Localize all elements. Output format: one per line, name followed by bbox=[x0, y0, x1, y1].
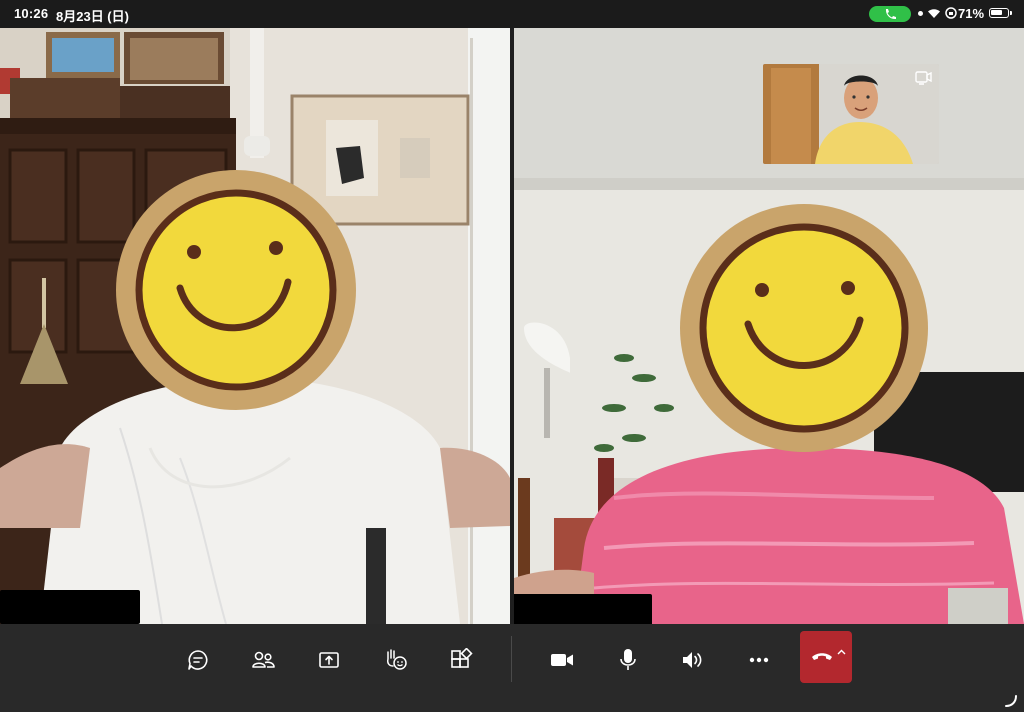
apps-icon bbox=[451, 648, 473, 668]
smiley-face-left bbox=[116, 170, 356, 410]
video-tile-left[interactable] bbox=[0, 28, 510, 624]
reactions-button[interactable] bbox=[373, 638, 419, 682]
participant-name-right bbox=[514, 594, 652, 624]
switch-camera-icon[interactable] bbox=[915, 70, 933, 91]
resize-corner-icon bbox=[1005, 695, 1017, 707]
chevron-up-icon[interactable] bbox=[837, 649, 846, 655]
toolbar-separator bbox=[511, 636, 512, 682]
status-bar: 10:26 8月23日 (日) 71% bbox=[0, 0, 1024, 28]
self-view-feed bbox=[763, 64, 939, 164]
status-icons bbox=[918, 7, 957, 19]
wifi-icon bbox=[928, 8, 940, 18]
video-feed-left bbox=[0, 28, 510, 624]
hang-up-button[interactable] bbox=[800, 631, 852, 683]
smiley-face-right bbox=[680, 204, 928, 452]
location-dot-icon bbox=[918, 10, 923, 16]
more-options-button[interactable] bbox=[736, 638, 782, 682]
speaker-icon bbox=[683, 652, 702, 668]
video-tile-right[interactable] bbox=[514, 28, 1024, 624]
speaker-button[interactable] bbox=[670, 638, 716, 682]
call-toolbar bbox=[0, 624, 1024, 712]
chat-button[interactable] bbox=[175, 638, 221, 682]
battery-fill bbox=[991, 10, 1002, 15]
camera-icon bbox=[551, 654, 573, 666]
microphone-button[interactable] bbox=[605, 638, 651, 682]
phone-icon bbox=[885, 9, 896, 20]
battery-percent: 71% bbox=[958, 6, 985, 21]
share-screen-button[interactable] bbox=[306, 638, 352, 682]
hang-up-icon bbox=[812, 653, 832, 660]
chat-icon bbox=[188, 650, 208, 670]
people-icon bbox=[252, 651, 275, 668]
more-icon bbox=[749, 657, 769, 663]
participants-button[interactable] bbox=[240, 638, 286, 682]
status-date: 8月23日 (日) bbox=[56, 9, 129, 24]
self-view-thumbnail[interactable] bbox=[763, 64, 939, 164]
share-screen-icon bbox=[319, 652, 339, 668]
status-time: 10:26 bbox=[14, 6, 49, 21]
camera-button[interactable] bbox=[539, 638, 585, 682]
participant-name-left bbox=[0, 590, 140, 624]
active-call-pill[interactable] bbox=[869, 6, 911, 22]
battery-icon bbox=[989, 8, 1012, 18]
reactions-icon bbox=[387, 649, 407, 670]
microphone-icon bbox=[620, 649, 636, 670]
screen-lock-icon bbox=[945, 7, 957, 19]
apps-button[interactable] bbox=[438, 638, 484, 682]
